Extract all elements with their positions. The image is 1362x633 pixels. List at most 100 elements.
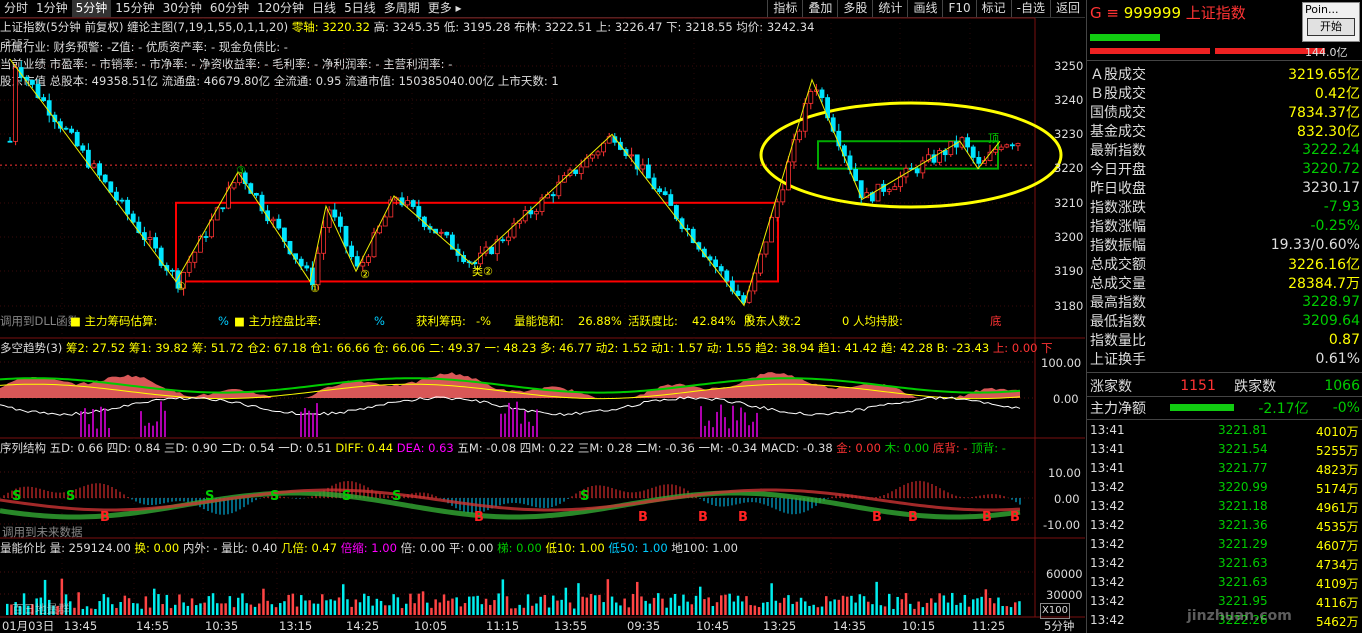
quote-title: G ≡ 999999 上证指数 xyxy=(1090,2,1246,23)
quote-row: 最新指数 3222.24 xyxy=(1090,140,1360,159)
quote-label: 最低指数 xyxy=(1090,313,1146,330)
magenta-bar xyxy=(100,406,102,437)
dea-band xyxy=(0,490,1021,520)
volume-bar xyxy=(237,597,240,615)
volume-bar xyxy=(127,598,131,615)
time-tick: 10:05 xyxy=(414,619,448,633)
volume-bar xyxy=(346,599,349,615)
candle-body xyxy=(970,146,976,158)
magenta-bar xyxy=(308,410,310,437)
volume-bar xyxy=(770,583,773,615)
tick-row: 13:42 3221.29 4607万 xyxy=(1090,535,1362,554)
candle-body xyxy=(1004,144,1010,148)
tick-time: 13:42 xyxy=(1090,556,1125,570)
panel2-title[interactable]: 多空趋势(3) xyxy=(0,341,62,355)
quote-row: 今日开盘 3220.72 xyxy=(1090,159,1360,178)
volume-bar xyxy=(371,605,374,615)
volume-bar xyxy=(304,600,307,615)
candle-body xyxy=(976,157,982,164)
volume-bar xyxy=(892,608,895,615)
volume-bar xyxy=(77,592,80,615)
time-tick: 10:15 xyxy=(902,619,936,633)
quote-value: -7.93 xyxy=(1323,198,1360,215)
candle-body xyxy=(640,164,646,170)
panel3-ytick-minus10: -10.00 xyxy=(1043,518,1081,532)
candle-body xyxy=(405,200,411,206)
shareholders: 股东人数:2 xyxy=(744,314,802,328)
volume-bar xyxy=(682,594,685,615)
net-flow-value: -2.17亿 xyxy=(1258,400,1309,417)
panel4-flat: 平: 0.00 xyxy=(448,541,494,555)
magenta-bar xyxy=(724,417,726,437)
tick-volume: 5255万 xyxy=(1316,444,1359,458)
volume-bar xyxy=(81,608,85,615)
volume-bar xyxy=(73,607,76,615)
panel4-mult: 倍: 0.00 xyxy=(400,541,446,555)
volume-bar xyxy=(426,602,429,615)
candle-body xyxy=(965,137,970,148)
tick-time: 13:41 xyxy=(1090,461,1125,475)
tick-time: 13:42 xyxy=(1090,594,1125,608)
tick-price: 3221.95 xyxy=(1218,594,1268,608)
price-tick: 3240 xyxy=(1054,93,1084,107)
tick-price: 3221.54 xyxy=(1218,442,1268,456)
volume-bar xyxy=(552,595,555,615)
panel3-title[interactable]: 序列结构 xyxy=(0,441,46,455)
tick-price: 3220.99 xyxy=(1218,480,1268,494)
volume-bar xyxy=(858,594,862,615)
candle-body xyxy=(130,213,136,223)
start-button[interactable]: 开始 xyxy=(1307,18,1355,36)
quote-label: 昨日收盘 xyxy=(1090,180,1146,197)
quote-value: 3222.24 xyxy=(1302,141,1360,158)
volume-bar xyxy=(119,602,122,615)
buy-marker: B xyxy=(872,510,882,525)
volume-bar xyxy=(321,594,324,615)
volume-bar xyxy=(913,608,916,615)
volume-bar xyxy=(165,594,169,615)
candle-body xyxy=(763,241,769,255)
quote-label: 最新指数 xyxy=(1090,142,1146,159)
panel4-title[interactable]: 量能价比 xyxy=(0,541,46,555)
candle-body xyxy=(713,259,718,267)
volume-bar xyxy=(640,596,643,615)
volume-bar xyxy=(867,601,870,615)
volume-bar xyxy=(749,605,752,615)
volume-bar xyxy=(631,593,635,615)
volume-bar xyxy=(690,604,694,615)
volume-bar xyxy=(875,581,878,615)
tick-price: 3221.77 xyxy=(1218,461,1268,475)
volume-bar xyxy=(115,607,118,615)
buy-marker: B xyxy=(698,510,708,525)
quote-value: 3219.65亿 xyxy=(1288,66,1360,83)
magenta-bar xyxy=(736,420,738,437)
volume-bar xyxy=(98,601,101,615)
price-tick: 3210 xyxy=(1054,196,1084,210)
panel3-dea: DEA: 0.63 xyxy=(396,441,454,455)
time-axis-period[interactable]: 5分钟 xyxy=(1044,619,1074,633)
quote-label: Ｂ股成交 xyxy=(1090,85,1146,102)
time-tick: 13:55 xyxy=(554,619,588,633)
volume-bar xyxy=(447,600,450,615)
volume-bar xyxy=(140,608,143,615)
volume-bar xyxy=(997,597,1000,615)
volume-bar xyxy=(434,599,437,615)
sell-marker: S xyxy=(392,489,401,504)
quote-value: 832.30亿 xyxy=(1297,123,1360,140)
volume-bar xyxy=(984,589,988,615)
panel3-future-text: 调用到未来数据 xyxy=(2,525,83,539)
candle-body xyxy=(147,237,153,241)
volume-bar xyxy=(568,602,572,615)
x100-button[interactable]: X100 xyxy=(1040,603,1070,619)
volume-bar xyxy=(270,604,274,615)
quote-label: Ａ股成交 xyxy=(1090,66,1146,83)
volume-bar xyxy=(980,596,983,615)
volume-bar xyxy=(342,584,345,615)
activity-value: 42.84% xyxy=(692,314,736,328)
time-tick: 14:55 xyxy=(136,619,170,633)
price-tick: 3250 xyxy=(1054,59,1084,73)
candle-body xyxy=(125,199,130,215)
volume-bar xyxy=(837,599,841,615)
volume-bar xyxy=(686,601,689,615)
volume-bar xyxy=(946,602,950,615)
volume-bar xyxy=(841,595,845,615)
